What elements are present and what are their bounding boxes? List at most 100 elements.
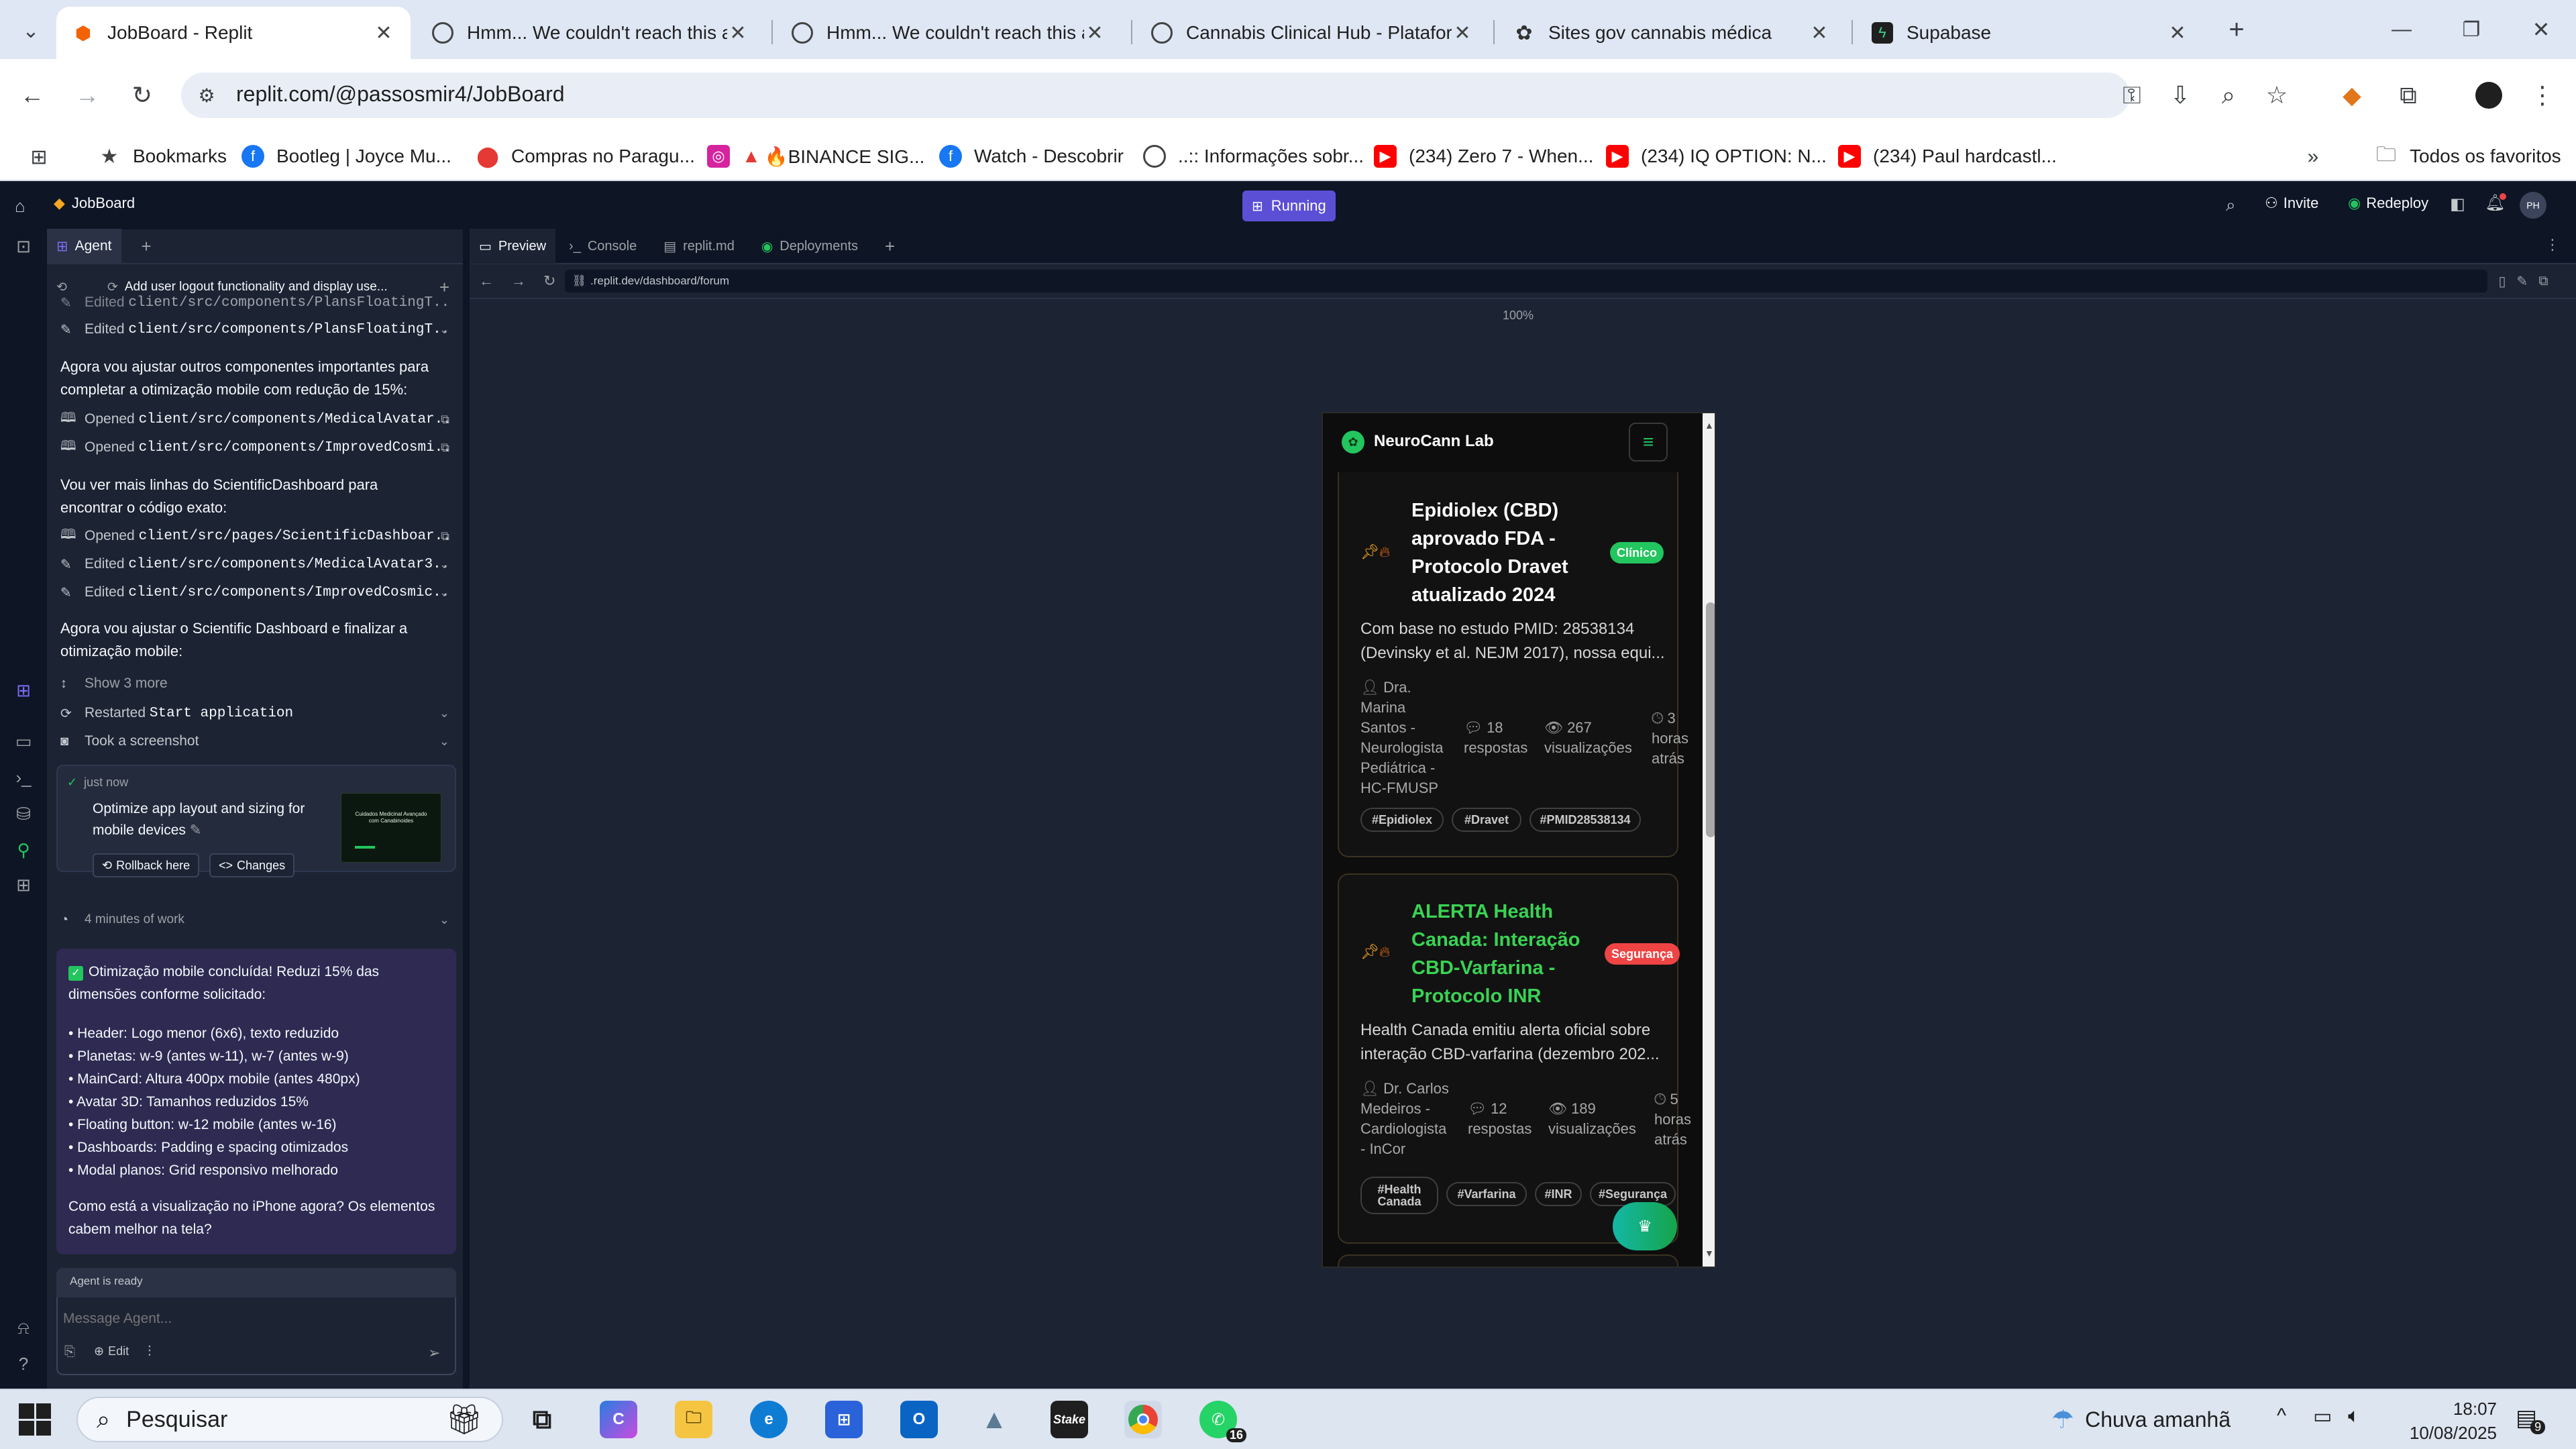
post-title[interactable]: Epidiolex (CBD) aprovado FDA - Protocolo… bbox=[1411, 496, 1599, 609]
plans-crown-icon[interactable]: ♛ bbox=[1613, 1202, 1677, 1250]
bookmark-item[interactable]: ▶ (234) Zero 7 - When... bbox=[1374, 140, 1593, 173]
apps-grid-icon[interactable]: ⊞ bbox=[23, 141, 55, 173]
close-icon[interactable]: ✕ bbox=[2167, 21, 2188, 45]
site-info-icon[interactable]: ⚙ bbox=[191, 79, 223, 111]
new-tab-icon[interactable]: + bbox=[2220, 13, 2253, 46]
agent-action-screenshot[interactable]: ◙ Took a screenshot ⌄ bbox=[60, 730, 449, 753]
copilot-icon[interactable]: C bbox=[600, 1401, 637, 1438]
agent-tab[interactable]: ⊞ Agent bbox=[47, 229, 121, 264]
chevron-down-icon[interactable]: ⌄ bbox=[439, 586, 449, 600]
bookmark-folder[interactable]: ★ Bookmarks bbox=[98, 140, 227, 173]
reload-icon[interactable]: ↻ bbox=[126, 79, 158, 111]
search-icon[interactable]: ⌕ bbox=[2226, 195, 2236, 216]
taskbar-search[interactable]: ⌕ Pesquisar 🎁︎ bbox=[76, 1397, 503, 1442]
profile-avatar-icon[interactable] bbox=[2473, 79, 2505, 111]
back-icon[interactable]: ← bbox=[16, 79, 48, 111]
bookmark-item[interactable]: ⬤ Compras no Paragu... bbox=[476, 140, 695, 173]
tab-jobboard[interactable]: ⬢ JobBoard - Replit ✕ bbox=[56, 7, 411, 59]
stake-icon[interactable]: Stake bbox=[1051, 1401, 1088, 1438]
post-tag[interactable]: #Health Canada bbox=[1360, 1177, 1438, 1214]
back-icon[interactable]: ← bbox=[479, 272, 494, 290]
tab-unreachable-1[interactable]: Hmm... We couldn't reach this a ✕ bbox=[416, 7, 765, 59]
attach-icon[interactable]: ⎘ bbox=[64, 1344, 75, 1360]
forward-icon[interactable]: → bbox=[511, 272, 526, 290]
more-bookmarks-icon[interactable]: » bbox=[2297, 141, 2329, 173]
home-icon[interactable]: ⌂ bbox=[15, 196, 25, 217]
weather-widget[interactable]: ☂ Chuva amanhã bbox=[2051, 1405, 2231, 1435]
forum-post-card[interactable] bbox=[1338, 1254, 1678, 1267]
redeploy-button[interactable]: ◉ Redeploy bbox=[2348, 195, 2428, 212]
network-icon[interactable]: ▭ bbox=[2313, 1405, 2332, 1428]
windows-start-icon[interactable] bbox=[19, 1403, 51, 1436]
chevron-down-icon[interactable]: ⌄ bbox=[439, 557, 449, 572]
url-text[interactable]: replit.com/@passosmir4/JobBoard bbox=[236, 82, 565, 107]
changes-button[interactable]: <> Changes bbox=[209, 853, 295, 877]
notification-center-icon[interactable]: ▤ 9 bbox=[2516, 1405, 2546, 1434]
outlook-icon[interactable]: O bbox=[900, 1401, 938, 1438]
tab-supabase[interactable]: ϟ Supabase ✕ bbox=[1856, 7, 2204, 59]
preview-icon[interactable]: ▭ bbox=[12, 731, 35, 754]
work-time-row[interactable]: ◔ 4 minutes of work ⌄ bbox=[60, 908, 449, 931]
all-bookmarks-folder[interactable]: 🗀 Todos os favoritos bbox=[2375, 140, 2561, 173]
app-mountain-icon[interactable]: ▲ bbox=[975, 1401, 1013, 1438]
open-new-tab-icon[interactable]: ⧉ bbox=[2538, 274, 2548, 289]
rollback-button[interactable]: ⟲ Rollback here bbox=[93, 853, 200, 877]
agent-action-edited[interactable]: ✎ Edited client/src/components/ImprovedCo… bbox=[60, 581, 449, 604]
bookmark-item[interactable]: f Bootleg | Joyce Mu... bbox=[241, 140, 451, 173]
more-options-icon[interactable]: ⋮ bbox=[2545, 236, 2560, 254]
devices-icon[interactable]: ▯ bbox=[2498, 273, 2506, 290]
repl-name[interactable]: ◆ JobBoard bbox=[54, 195, 135, 212]
chevron-down-icon[interactable]: ⌄ bbox=[439, 706, 449, 720]
reload-icon[interactable]: ↻ bbox=[543, 272, 555, 290]
file-explorer-icon[interactable]: 🗀 bbox=[675, 1401, 712, 1438]
close-icon[interactable]: ✕ bbox=[1452, 21, 1473, 45]
tools-grid-icon[interactable]: ⊞ bbox=[12, 875, 35, 898]
tab-sites-gov[interactable]: ✿ Sites gov cannabis médica ✕ bbox=[1497, 7, 1846, 59]
tab-preview[interactable]: ▭ Preview bbox=[470, 229, 556, 264]
scroll-up-icon[interactable]: ▲ bbox=[1705, 420, 1714, 431]
tab-search-chevron-icon[interactable]: ⌄ bbox=[15, 15, 47, 47]
close-icon[interactable]: ✕ bbox=[373, 21, 394, 45]
shell-icon[interactable]: ›_ bbox=[12, 767, 35, 790]
agent-action-opened[interactable]: 🕮 Opened client/src/components/ImprovedCo… bbox=[60, 436, 449, 459]
password-key-icon[interactable]: ⚿ bbox=[2116, 79, 2148, 111]
post-tag[interactable]: #INR bbox=[1535, 1182, 1582, 1206]
bookmark-item[interactable]: f Watch - Descobrir bbox=[939, 140, 1124, 173]
chevron-down-icon[interactable]: ⌄ bbox=[439, 913, 449, 927]
checkpoint-thumbnail[interactable]: Cuidados Medicinal Avançado com Canabino… bbox=[341, 793, 441, 863]
agent-action-restarted[interactable]: ⟳ Restarted Start application ⌄ bbox=[60, 702, 449, 724]
show-hidden-icons[interactable]: ^ bbox=[2277, 1405, 2286, 1428]
database-icon[interactable]: ⛁ bbox=[12, 804, 35, 826]
invite-button[interactable]: ⚇ Invite bbox=[2265, 195, 2318, 212]
bookmark-item[interactable]: ▶ (234) Paul hardcastl... bbox=[1838, 140, 2057, 173]
agent-action-edited[interactable]: ✎ Edited client/src/components/PlansFloat… bbox=[60, 292, 449, 313]
agent-panel-icon[interactable]: ⊡ bbox=[12, 236, 35, 259]
agent-action-opened[interactable]: 🕮 Opened client/src/components/MedicalAva… bbox=[60, 408, 449, 431]
install-app-icon[interactable]: ⇩ bbox=[2164, 79, 2196, 111]
tab-replit-md[interactable]: ▤ replit.md bbox=[650, 229, 748, 264]
window-close-icon[interactable]: ✕ bbox=[2525, 13, 2557, 46]
notifications-icon[interactable]: 🔔︎ bbox=[2485, 193, 2507, 213]
tab-unreachable-2[interactable]: Hmm... We couldn't reach this a ✕ bbox=[775, 7, 1122, 59]
show-more-button[interactable]: ↕ Show 3 more bbox=[60, 672, 449, 695]
settings-sliders-icon[interactable]: ⫶ bbox=[148, 1343, 152, 1360]
close-icon[interactable]: ✕ bbox=[727, 21, 749, 45]
preview-url-bar[interactable]: ⛓ .replit.dev/dashboard/forum bbox=[565, 270, 2488, 292]
store-icon[interactable]: ⊞ bbox=[825, 1401, 863, 1438]
volume-icon[interactable]: 🔈︎ bbox=[2348, 1405, 2360, 1428]
add-tab-icon[interactable]: + bbox=[885, 236, 895, 257]
window-icon[interactable]: ◧ bbox=[2450, 195, 2465, 214]
hamburger-menu-icon[interactable]: ≡ bbox=[1629, 423, 1668, 462]
agent-action-edited[interactable]: ✎ Edited client/src/components/PlansFloat… bbox=[60, 318, 449, 341]
help-icon[interactable]: ? bbox=[12, 1354, 35, 1377]
chrome-icon[interactable] bbox=[1124, 1401, 1162, 1438]
scrollbar-track[interactable] bbox=[1703, 413, 1715, 1267]
close-icon[interactable]: ✕ bbox=[1084, 21, 1106, 45]
chevron-down-icon[interactable]: ⌄ bbox=[439, 735, 449, 749]
post-tag[interactable]: #Epidiolex bbox=[1360, 808, 1444, 832]
bookmark-item[interactable]: ▶ (234) IQ OPTION: N... bbox=[1606, 140, 1827, 173]
zoom-icon[interactable]: ⌕ bbox=[2212, 79, 2245, 111]
alerts-icon[interactable]: ⍾ bbox=[12, 1318, 35, 1340]
agent-message-input[interactable] bbox=[63, 1305, 439, 1332]
agent-action-opened[interactable]: 🕮 Opened client/src/pages/ScientificDashb… bbox=[60, 525, 449, 547]
